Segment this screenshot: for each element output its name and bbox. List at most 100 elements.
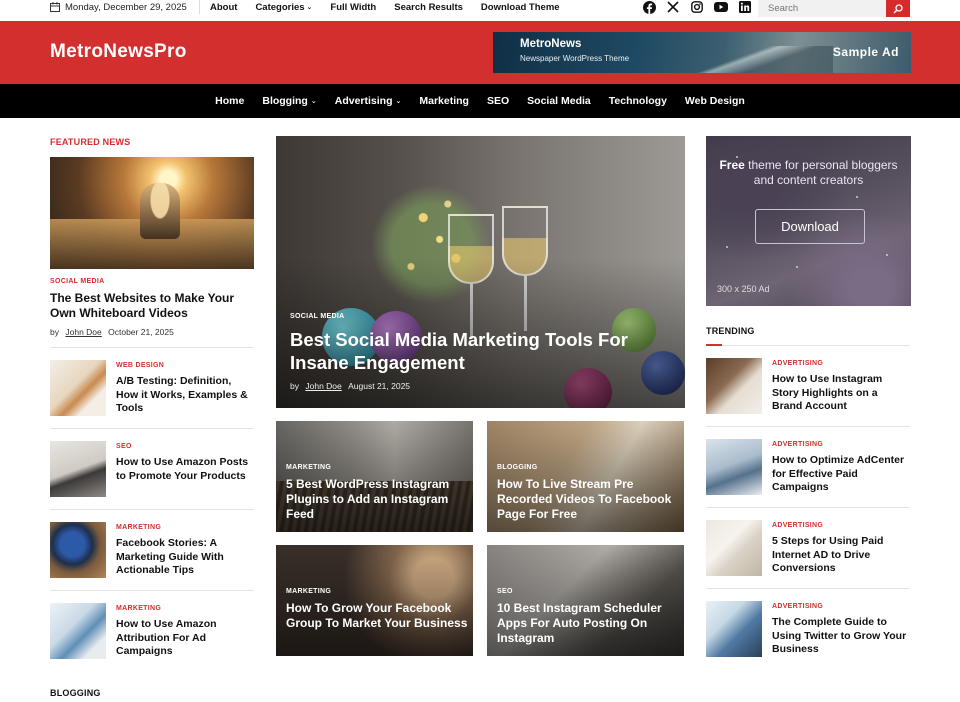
site-logo[interactable]: MetroNewsPro: [50, 41, 187, 63]
hero-author[interactable]: John Doe: [305, 381, 341, 391]
divider: [722, 345, 910, 346]
blogging-heading: BLOGGING: [50, 688, 101, 698]
hero-title[interactable]: Best Social Media Marketing Tools For In…: [290, 328, 670, 374]
search-input[interactable]: [758, 0, 882, 17]
chevron-down-icon: ⌄: [395, 98, 402, 105]
ad-mountain-graphic: [673, 46, 833, 73]
nav-social-media[interactable]: Social Media: [527, 95, 591, 107]
sidebar-ad[interactable]: Free theme for personal bloggers and con…: [706, 136, 911, 306]
list-item-thumbnail[interactable]: [50, 441, 106, 497]
card-title[interactable]: How To Grow Your Facebook Group To Marke…: [286, 601, 468, 631]
chevron-down-icon: ⌄: [306, 4, 313, 11]
youtube-icon[interactable]: [714, 0, 728, 14]
trending-thumbnail[interactable]: [706, 520, 762, 576]
card-title[interactable]: How To Live Stream Pre Recorded Videos T…: [497, 477, 679, 522]
ad-banner-title: MetroNews: [520, 38, 582, 50]
search-button[interactable]: [886, 0, 910, 17]
date-display: Monday, December 29, 2025: [50, 0, 187, 14]
list-item-category[interactable]: MARKETING: [116, 524, 161, 531]
trending-thumbnail[interactable]: [706, 358, 762, 414]
list-item-category[interactable]: WEB DESIGN: [116, 362, 164, 369]
linkedin-icon[interactable]: [738, 0, 752, 14]
featured-news-heading: FEATURED NEWS: [50, 137, 131, 147]
list-item-title[interactable]: Facebook Stories: A Marketing Guide With…: [116, 537, 256, 578]
x-icon[interactable]: [666, 0, 680, 14]
sidebar-ad-line2: and content creators: [753, 173, 864, 187]
card-category[interactable]: SEO: [497, 588, 513, 595]
divider: [706, 507, 910, 508]
post-card[interactable]: SEO 10 Best Instagram Scheduler Apps For…: [487, 545, 684, 656]
meta-by: by: [290, 381, 299, 391]
list-item-thumbnail[interactable]: [50, 360, 106, 416]
list-item-title[interactable]: How to Use Amazon Posts to Promote Your …: [116, 456, 256, 483]
star-graphic: [886, 254, 888, 256]
header-ad-banner[interactable]: MetroNews Newspaper WordPress Theme Samp…: [493, 32, 911, 73]
card-category[interactable]: MARKETING: [286, 588, 331, 595]
ad-size-label: 300 x 250 Ad: [717, 284, 770, 294]
hero-date: August 21, 2025: [348, 381, 411, 391]
nav-marketing[interactable]: Marketing: [419, 95, 469, 107]
trending-category[interactable]: ADVERTISING: [772, 603, 823, 610]
nav-advertising[interactable]: Advertising ⌄: [335, 95, 402, 107]
meta-by: by: [50, 327, 59, 337]
featured-date: October 21, 2025: [108, 327, 174, 337]
card-title[interactable]: 5 Best WordPress Instagram Plugins to Ad…: [286, 477, 468, 522]
post-card[interactable]: MARKETING How To Grow Your Facebook Grou…: [276, 545, 473, 656]
star-graphic: [726, 246, 728, 248]
featured-title[interactable]: The Best Websites to Make Your Own White…: [50, 291, 255, 321]
sidebar-ad-line1: theme for personal bloggers: [744, 158, 898, 172]
list-item-category[interactable]: SEO: [116, 443, 132, 450]
nav-seo[interactable]: SEO: [487, 95, 509, 107]
trending-title[interactable]: How to Use Instagram Story Highlights on…: [772, 373, 910, 414]
trending-category[interactable]: ADVERTISING: [772, 360, 823, 367]
card-category[interactable]: BLOGGING: [497, 464, 538, 471]
list-item-title[interactable]: How to Use Amazon Attribution For Ad Cam…: [116, 618, 256, 659]
list-item-title[interactable]: A/B Testing: Definition, How it Works, E…: [116, 375, 256, 416]
card-title[interactable]: 10 Best Instagram Scheduler Apps For Aut…: [497, 601, 679, 646]
trending-thumbnail[interactable]: [706, 439, 762, 495]
chevron-down-icon: ⌄: [310, 98, 317, 105]
hero-post[interactable]: SOCIAL MEDIA Best Social Media Marketing…: [276, 136, 685, 408]
facebook-icon[interactable]: [642, 0, 656, 14]
nav-blogging[interactable]: Blogging ⌄: [262, 95, 316, 107]
divider: [50, 590, 254, 591]
nav-web-design[interactable]: Web Design: [685, 95, 745, 107]
top-nav-categories[interactable]: Categories ⌄: [255, 2, 312, 13]
ad-banner-label: Sample Ad: [832, 45, 899, 59]
hero-category[interactable]: SOCIAL MEDIA: [290, 313, 344, 320]
top-nav-about[interactable]: About: [210, 2, 237, 13]
trending-title[interactable]: How to Optimize AdCenter for Effective P…: [772, 454, 910, 495]
heading-underline: [706, 344, 722, 346]
trending-title[interactable]: The Complete Guide to Using Twitter to G…: [772, 616, 910, 657]
divider: [706, 426, 910, 427]
trending-thumbnail[interactable]: [706, 601, 762, 657]
divider: [199, 0, 200, 14]
trending-title[interactable]: 5 Steps for Using Paid Internet AD to Dr…: [772, 535, 910, 576]
person-graphic: [140, 183, 180, 239]
nav-advertising-label: Advertising: [334, 95, 393, 107]
card-category[interactable]: MARKETING: [286, 464, 331, 471]
nav-home[interactable]: Home: [215, 95, 244, 107]
top-nav-download-theme[interactable]: Download Theme: [481, 2, 560, 13]
trending-category[interactable]: ADVERTISING: [772, 522, 823, 529]
sidebar-ad-text: Free theme for personal bloggers and con…: [706, 158, 911, 188]
list-item-thumbnail[interactable]: [50, 522, 106, 578]
top-nav-search-results[interactable]: Search Results: [394, 2, 463, 13]
featured-author[interactable]: John Doe: [65, 327, 101, 337]
trending-heading: TRENDING: [706, 326, 755, 336]
top-nav-full-width[interactable]: Full Width: [330, 2, 376, 13]
nav-technology[interactable]: Technology: [609, 95, 667, 107]
post-card[interactable]: BLOGGING How To Live Stream Pre Recorded…: [487, 421, 684, 532]
download-button[interactable]: Download: [755, 209, 865, 244]
post-card[interactable]: MARKETING 5 Best WordPress Instagram Plu…: [276, 421, 473, 532]
trending-category[interactable]: ADVERTISING: [772, 441, 823, 448]
divider: [50, 509, 254, 510]
list-item-category[interactable]: MARKETING: [116, 605, 161, 612]
list-item-thumbnail[interactable]: [50, 603, 106, 659]
social-links: [642, 0, 752, 14]
top-bar: Monday, December 29, 2025 About Categori…: [0, 0, 960, 21]
instagram-icon[interactable]: [690, 0, 704, 14]
featured-category[interactable]: SOCIAL MEDIA: [50, 278, 104, 285]
nav-blogging-label: Blogging: [262, 95, 308, 107]
featured-image[interactable]: [50, 157, 254, 269]
